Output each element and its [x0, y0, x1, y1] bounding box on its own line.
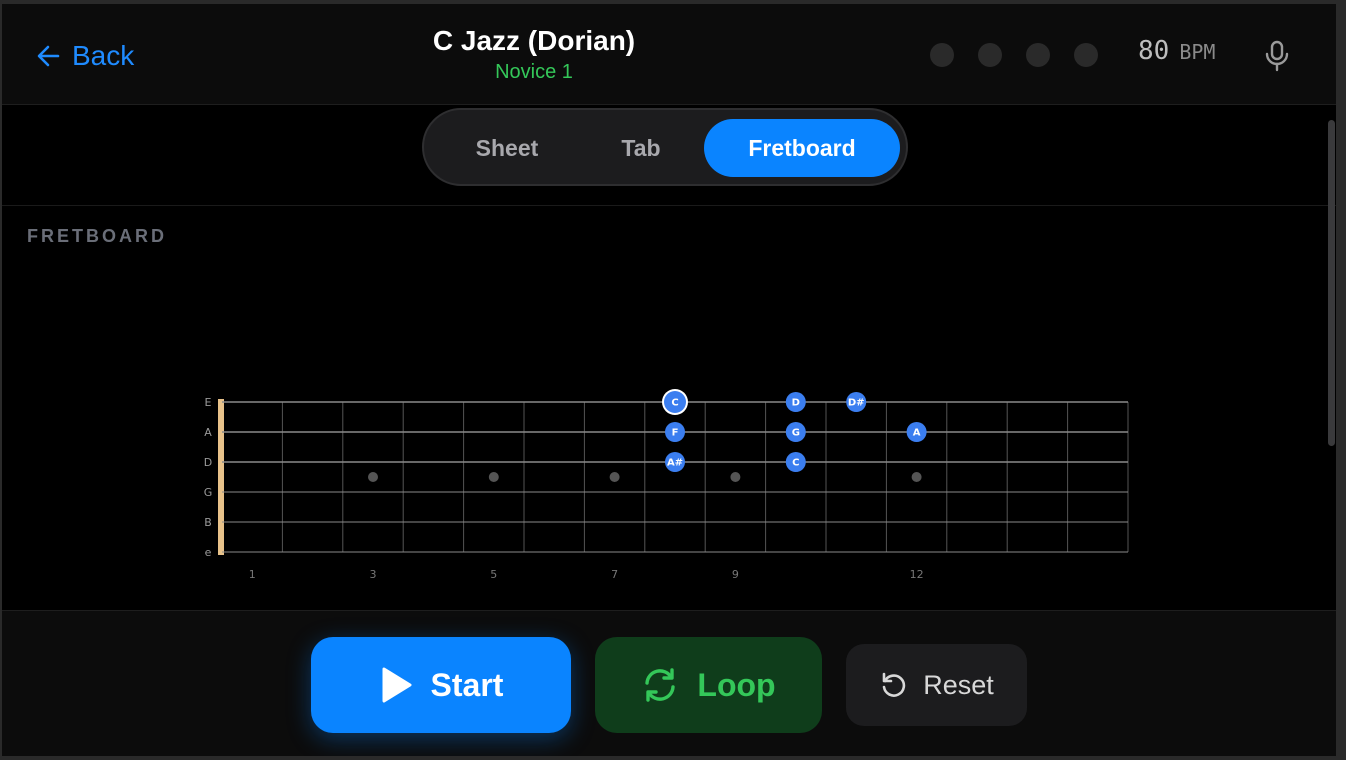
fret-number: 3: [370, 568, 377, 581]
fret-number: 7: [611, 568, 618, 581]
reset-button[interactable]: Reset: [846, 644, 1027, 726]
string-label: G: [204, 486, 213, 499]
string-label: D: [204, 456, 212, 469]
note-label: C: [792, 458, 799, 469]
fretboard-diagram: E A D G Be 1 3 5 7 9 12 C D D# F G A A# C: [204, 389, 1129, 581]
note-label: D: [792, 398, 800, 409]
fret-inlay: [488, 472, 499, 482]
reset-icon: [882, 672, 906, 697]
fretboard-nut: [218, 399, 224, 555]
fret-number: 9: [732, 568, 739, 581]
repeat-icon: [645, 668, 676, 702]
string-label: e: [205, 546, 212, 559]
playback-controls: Start Loop Reset: [2, 610, 1336, 756]
note-label: A: [913, 428, 921, 439]
start-label: Start: [430, 666, 504, 703]
loop-label: Loop: [697, 666, 776, 703]
reset-label: Reset: [923, 669, 994, 700]
note-label: A#: [667, 458, 683, 469]
fret-inlay: [368, 472, 378, 482]
app-window: Back C Jazz (Dorian) Novice 1 80 BPM She…: [2, 4, 1336, 756]
string-label: A: [204, 426, 212, 439]
note-label: C: [671, 398, 678, 409]
loop-button[interactable]: Loop: [595, 637, 822, 733]
note-label: D#: [848, 398, 865, 409]
fret-inlay: [609, 472, 620, 482]
string-label: E: [205, 396, 212, 409]
string-label: B: [204, 516, 212, 529]
note-label: G: [792, 428, 800, 439]
fret-inlay: [730, 472, 741, 482]
fret-number: 1: [249, 568, 256, 581]
fret-number: 12: [910, 568, 924, 581]
play-icon: [382, 667, 412, 703]
fret-inlay: [911, 472, 922, 482]
fret-number: 5: [490, 568, 497, 581]
note-label: F: [672, 428, 679, 439]
start-button[interactable]: Start: [311, 637, 571, 733]
